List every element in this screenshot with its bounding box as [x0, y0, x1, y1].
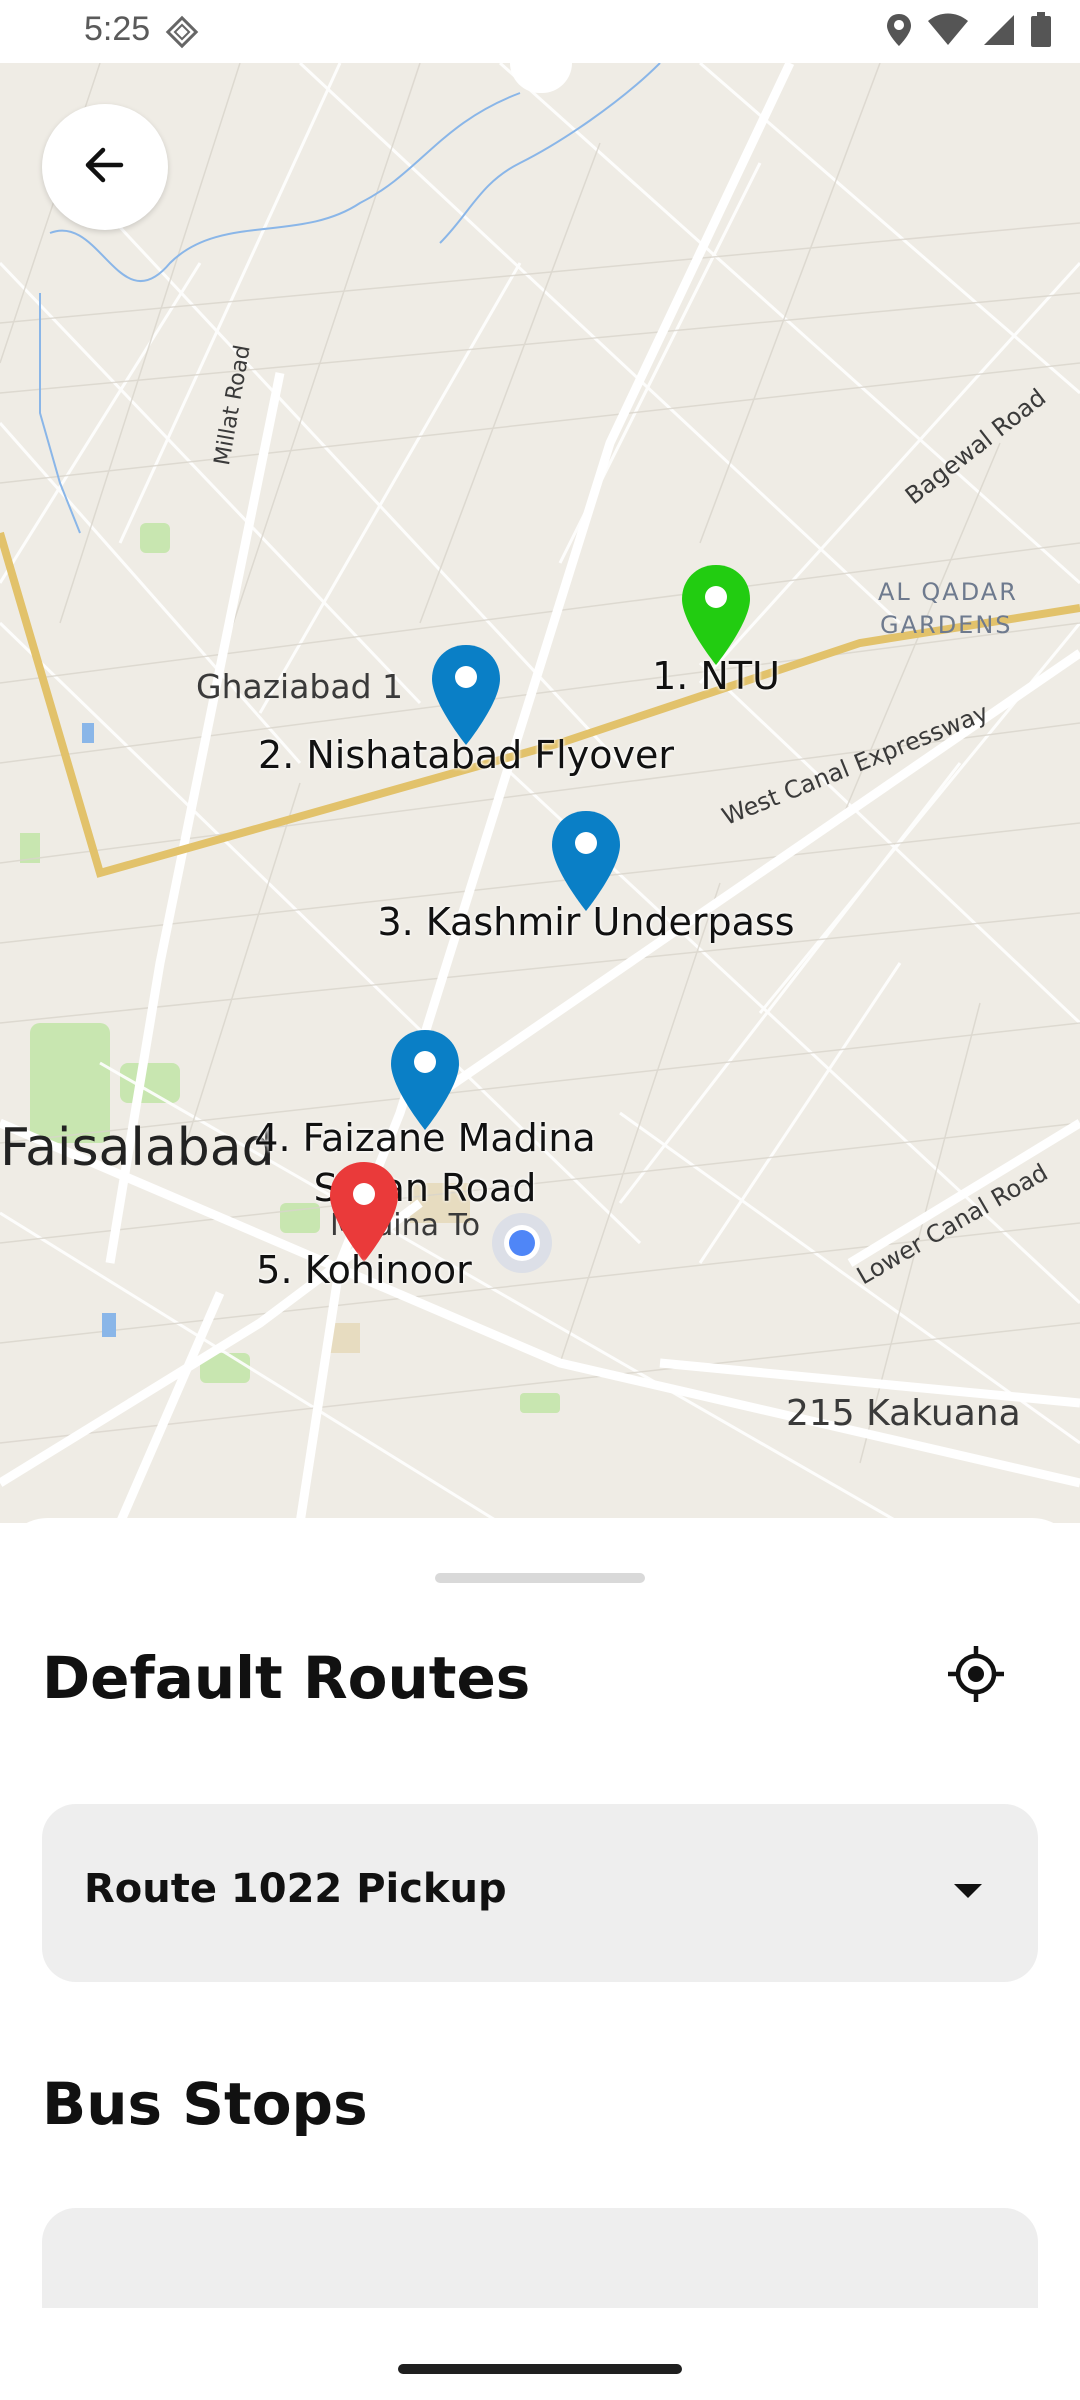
map-label-kakuana: 215 Kakuana [786, 1393, 1021, 1434]
bus-stops-title: Bus Stops [42, 2070, 368, 2138]
bus-stops-list[interactable] [42, 2208, 1038, 2308]
map-label-al-qadar-gardens: GARDENS [880, 611, 1013, 639]
map-roads [0, 63, 1080, 1523]
stop-label-1: 1. NTU [652, 654, 780, 698]
stop-label-3: 3. Kashmir Underpass [377, 900, 795, 944]
signal-icon [982, 13, 1016, 52]
route-dropdown-value: Route 1022 Pickup [84, 1866, 507, 1912]
status-bar: 5:25 [0, 0, 1080, 63]
current-location-dot [492, 1213, 552, 1273]
sheet-drag-handle[interactable] [435, 1573, 645, 1583]
map-label-faisalabad: Faisalabad [0, 1118, 275, 1178]
chevron-down-icon [954, 1884, 982, 1905]
default-routes-title: Default Routes [42, 1644, 531, 1712]
my-location-icon [946, 1644, 1006, 1709]
map-label-al-qadar: AL QADAR [878, 578, 1018, 606]
stop-label-5: 5. Kohinoor [256, 1248, 472, 1292]
bottom-sheet: Default Routes Route 1022 Pickup Bus Sto… [0, 1518, 1080, 2400]
map-view[interactable]: Millat Road Bagewal Road AL QADAR GARDEN… [0, 63, 1080, 1523]
battery-icon [1030, 12, 1052, 53]
locate-button[interactable] [942, 1642, 1010, 1710]
gesture-nav-handle[interactable] [398, 2364, 682, 2374]
map-label-ghaziabad: Ghaziabad 1 [196, 667, 404, 706]
location-icon [884, 12, 914, 53]
back-button[interactable] [42, 104, 168, 230]
stop-label-2: 2. Nishatabad Flyover [258, 733, 674, 777]
screen: 5:25 Millat Road Bagewal Road AL QADAR G… [0, 0, 1080, 2400]
route-dropdown[interactable]: Route 1022 Pickup [42, 1804, 1038, 1982]
arrow-left-icon [81, 141, 129, 194]
stop-label-4-line1: 4. Faizane Madina [254, 1116, 596, 1160]
status-icons [884, 12, 1052, 53]
status-time: 5:25 [84, 10, 151, 48]
wifi-icon [928, 13, 968, 52]
screenshot-icon [164, 14, 200, 55]
